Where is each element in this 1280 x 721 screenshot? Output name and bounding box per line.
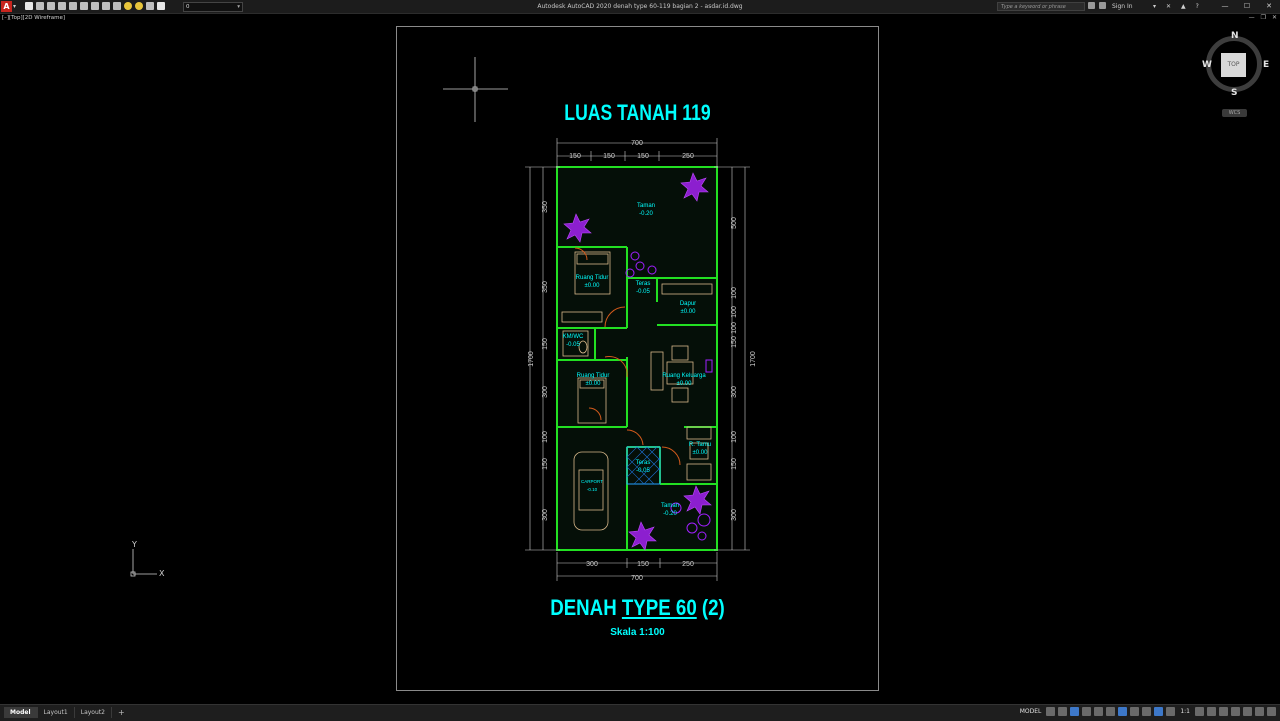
customize-menu-icon[interactable] xyxy=(1267,707,1276,716)
annotation-monitor-icon[interactable] xyxy=(1207,707,1216,716)
dimension-total-bottom: 700 xyxy=(631,575,643,582)
plan-title-part-c: (2) xyxy=(696,595,725,620)
units-icon[interactable] xyxy=(1219,707,1228,716)
dimension-left: 300 xyxy=(542,509,549,521)
model-space-button[interactable]: MODEL xyxy=(1018,708,1044,715)
room-level: ±0.00 xyxy=(677,381,693,387)
wcs-menu[interactable]: WCS xyxy=(1222,109,1247,117)
isodraft-icon[interactable] xyxy=(1094,707,1104,716)
dimension-right: 100 xyxy=(731,306,738,318)
viewcube-west[interactable]: W xyxy=(1202,60,1212,70)
lineweight-icon[interactable] xyxy=(1130,707,1140,716)
status-bar: Model Layout1 Layout2 + MODEL 1:1 xyxy=(0,704,1280,721)
polar-icon[interactable] xyxy=(1082,707,1092,716)
plan-title-part-a: DENAH xyxy=(550,595,622,620)
tab-model[interactable]: Model xyxy=(4,707,38,718)
osnap-icon[interactable] xyxy=(1118,707,1128,716)
room-level: -0.20 xyxy=(639,211,653,217)
viewcube-east[interactable]: E xyxy=(1263,60,1269,70)
quick-properties-icon[interactable] xyxy=(1231,707,1240,716)
annotation-visibility-icon[interactable] xyxy=(1154,707,1164,716)
room-level: -0.05 xyxy=(566,342,580,348)
dimension-right: 100 xyxy=(731,287,738,299)
dimension-top: 250 xyxy=(682,153,694,160)
dimension-height-right: 1700 xyxy=(750,351,757,367)
room-level: -0.05 xyxy=(636,468,650,474)
viewcube-top-face[interactable]: TOP xyxy=(1221,53,1246,77)
status-toggles: MODEL 1:1 xyxy=(1018,707,1276,716)
tab-layout2[interactable]: Layout2 xyxy=(75,707,112,718)
autoscale-icon[interactable] xyxy=(1166,707,1176,716)
room-level: -0.10 xyxy=(587,487,598,492)
dimension-right: 300 xyxy=(731,386,738,398)
plan-title-bottom: DENAH TYPE 60 (2) xyxy=(432,595,843,621)
clean-screen-icon[interactable] xyxy=(1255,707,1264,716)
ucs-x-label: X xyxy=(159,569,165,578)
room-level: ±0.00 xyxy=(681,309,697,315)
dimension-left: 100 xyxy=(542,431,549,443)
dimension-left: 300 xyxy=(542,386,549,398)
dimension-top: 150 xyxy=(569,153,581,160)
room-level: ±0.00 xyxy=(693,450,709,456)
dimension-total-top: 700 xyxy=(631,140,643,147)
ucs-y-label: Y xyxy=(131,540,137,549)
grid-icon[interactable] xyxy=(1046,707,1056,716)
viewcube-south[interactable]: S xyxy=(1231,88,1237,98)
isolate-objects-icon[interactable] xyxy=(1243,707,1252,716)
dimension-right: 100 xyxy=(731,322,738,334)
room-name: Dapur xyxy=(680,301,696,307)
dimension-left: 150 xyxy=(542,338,549,350)
room-name: Ruang Tidur xyxy=(576,275,609,281)
add-layout-button[interactable]: + xyxy=(112,707,131,718)
room-name: CARPORT xyxy=(581,479,603,484)
dimension-top: 150 xyxy=(637,153,649,160)
plan-scale-label: Skala 1:100 xyxy=(610,627,665,638)
transparency-icon[interactable] xyxy=(1142,707,1152,716)
room-level: -0.05 xyxy=(636,289,650,295)
room-name: Taman xyxy=(661,503,679,509)
plan-title-top: LUAS TANAH 119 xyxy=(564,100,711,125)
dimension-left: 350 xyxy=(542,281,549,293)
plan-title-part-b: TYPE 60 xyxy=(621,595,697,620)
room-level: -0.20 xyxy=(663,511,677,517)
room-level: ±0.00 xyxy=(586,381,602,387)
annotation-scale[interactable]: 1:1 xyxy=(1178,708,1192,715)
dimension-right: 300 xyxy=(731,509,738,521)
viewcube-north[interactable]: N xyxy=(1231,31,1239,41)
dimension-top: 150 xyxy=(603,153,615,160)
object-track-icon[interactable] xyxy=(1106,707,1116,716)
dimension-height-left: 1700 xyxy=(528,351,535,367)
tab-layout1[interactable]: Layout1 xyxy=(38,707,75,718)
workspace-gear-icon[interactable] xyxy=(1195,707,1204,716)
dimension-right: 500 xyxy=(731,217,738,229)
room-name: Ruang Tidur xyxy=(577,373,610,379)
room-level: ±0.00 xyxy=(585,283,601,289)
dimension-right: 150 xyxy=(731,458,738,470)
dimension-right: 100 xyxy=(731,431,738,443)
room-name: Teras xyxy=(636,281,651,287)
dimension-bottom: 250 xyxy=(682,561,694,568)
room-name: KM/WC xyxy=(563,334,584,340)
dimension-right: 150 xyxy=(731,336,738,348)
dimension-bottom: 150 xyxy=(637,561,649,568)
room-name: Taman xyxy=(637,203,655,209)
snap-icon[interactable] xyxy=(1058,707,1068,716)
dimension-left: 350 xyxy=(542,201,549,213)
ucs-icon xyxy=(130,549,157,577)
dimension-bottom: 300 xyxy=(586,561,598,568)
dimension-left: 150 xyxy=(542,458,549,470)
room-name: Ruang Keluarga xyxy=(662,373,706,379)
viewcube[interactable]: TOP N S E W xyxy=(1200,30,1270,100)
layout-tabs: Model Layout1 Layout2 + xyxy=(4,705,131,720)
room-name: Teras xyxy=(636,460,651,466)
room-name: R. Tamu xyxy=(689,442,711,448)
ortho-icon[interactable] xyxy=(1070,707,1080,716)
